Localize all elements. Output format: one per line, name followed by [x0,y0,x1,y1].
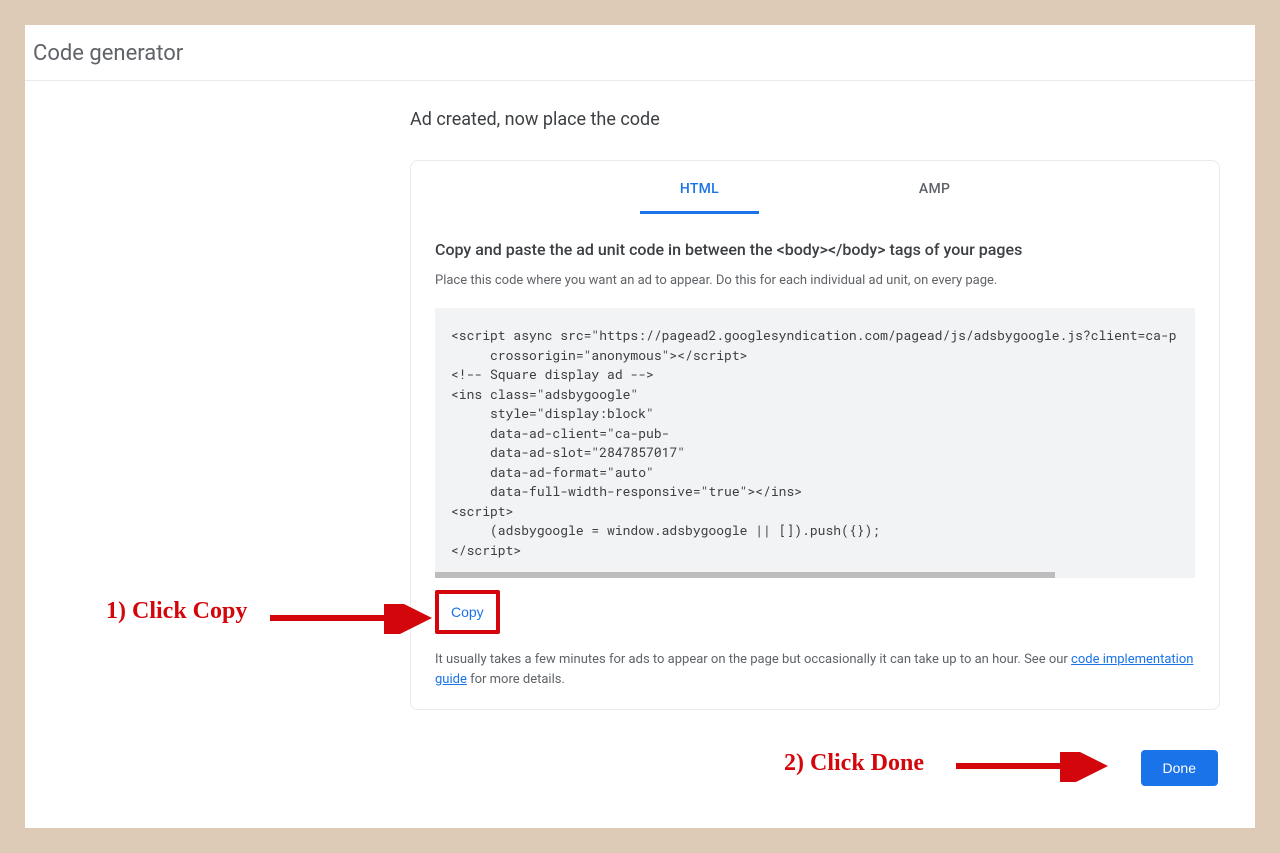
app-window: Code generator Ad created, now place the… [25,25,1255,828]
code-snippet[interactable]: <script async src="https://pagead2.googl… [435,308,1195,578]
section-heading: Ad created, now place the code [410,109,1220,130]
tab-html[interactable]: HTML [640,181,759,214]
note-post: for more details. [467,672,565,687]
note-pre: It usually takes a few minutes for ads t… [435,652,1071,667]
tabs: HTML AMP [411,161,1219,215]
done-button[interactable]: Done [1141,750,1218,786]
instruction-heading: Copy and paste the ad unit code in betwe… [435,239,1195,261]
annotation-copy-highlight: Copy [435,590,500,634]
code-card: HTML AMP Copy and paste the ad unit code… [410,160,1220,710]
copy-button[interactable]: Copy [441,596,494,628]
copy-row: Copy [435,590,1195,634]
instruction-sub: Place this code where you want an ad to … [435,273,1195,288]
page-title: Code generator [25,25,1255,81]
tab-amp[interactable]: AMP [879,181,990,214]
done-row: Done [410,750,1220,786]
note-text: It usually takes a few minutes for ads t… [435,650,1195,689]
content-area: Ad created, now place the code HTML AMP … [25,81,1255,786]
card-body: Copy and paste the ad unit code in betwe… [411,215,1219,689]
